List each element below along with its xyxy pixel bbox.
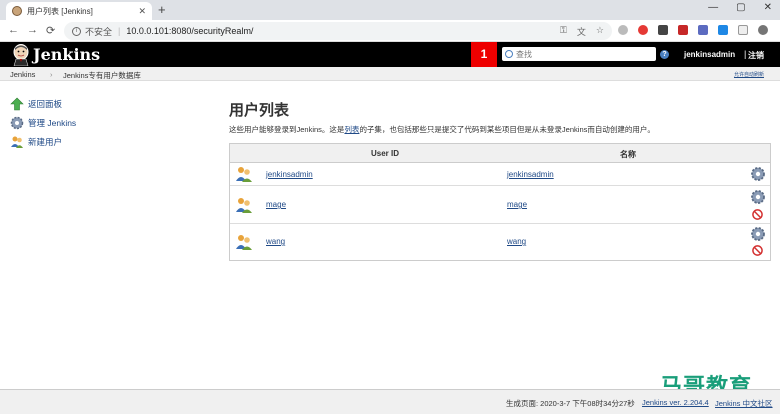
- browser-tab[interactable]: 用户列表 [Jenkins] ✕: [6, 2, 152, 20]
- tab-title: 用户列表 [Jenkins]: [27, 6, 93, 16]
- sidebar-item-label[interactable]: 管理 Jenkins: [28, 117, 76, 129]
- description-text-before: 这些用户能够登录到Jenkins。这是: [229, 125, 345, 134]
- user-table: User ID 名称 jenkinsadmin jenkinsadmin mag…: [229, 143, 771, 261]
- jenkins-favicon-icon: [12, 6, 22, 16]
- page-footer: 生成页面: 2020-3-7 下午08时34分27秒 Jenkins ver. …: [0, 389, 780, 414]
- url-text[interactable]: 10.0.0.101:8080/securityRealm/: [126, 26, 253, 36]
- forward-icon[interactable]: →: [27, 24, 38, 36]
- search-input[interactable]: [516, 49, 646, 59]
- browser-tab-strip: 用户列表 [Jenkins] ✕ + — ▢ ✕: [0, 0, 780, 20]
- user-icon: [236, 167, 252, 182]
- omnibox-separator: |: [118, 26, 121, 36]
- sidebar-item-back-to-dashboard[interactable]: 返回面板: [10, 94, 76, 113]
- page-generated-timestamp: 生成页面: 2020-3-7 下午08时34分27秒: [506, 399, 635, 408]
- breadcrumb: Jenkins › Jenkins专有用户数据库 允许自动刷新: [0, 67, 780, 81]
- address-bar: ← → ⟳ i 不安全 | 10.0.0.101:8080/securityRe…: [0, 20, 780, 42]
- configure-gear-icon[interactable]: [750, 226, 766, 242]
- jenkins-version-link[interactable]: Jenkins ver. 2.204.4: [642, 398, 709, 407]
- extension-toolbar: ⋮: [618, 25, 780, 35]
- table-row: jenkinsadmin jenkinsadmin: [230, 163, 770, 186]
- extension-translate-icon[interactable]: [718, 25, 728, 35]
- back-icon[interactable]: ←: [8, 24, 19, 36]
- sidebar-item-new-user[interactable]: 新建用户: [10, 132, 76, 151]
- table-header: User ID 名称: [230, 144, 770, 163]
- omnibox-tools: ⚿ 文 ☆: [560, 25, 604, 38]
- key-icon[interactable]: ⚿: [560, 25, 567, 38]
- help-icon[interactable]: ?: [660, 50, 669, 59]
- extension-menu-icon[interactable]: [738, 25, 748, 35]
- tab-close-icon[interactable]: ✕: [138, 6, 146, 17]
- bookmark-star-icon[interactable]: ☆: [596, 25, 604, 38]
- user-name-link[interactable]: mage: [507, 200, 527, 209]
- extension-red-icon[interactable]: [638, 25, 648, 35]
- reload-icon[interactable]: ⟳: [46, 24, 55, 37]
- extension-pdf-icon[interactable]: [678, 25, 688, 35]
- info-icon[interactable]: i: [72, 26, 81, 36]
- table-row: mage mage: [230, 186, 770, 224]
- new-tab-button[interactable]: +: [158, 2, 166, 18]
- extension-cloud-icon[interactable]: [618, 25, 628, 35]
- current-user-link[interactable]: jenkinsadmin: [684, 50, 735, 59]
- auto-refresh-link[interactable]: 允许自动刷新: [734, 71, 764, 78]
- breadcrumb-separator[interactable]: ›: [50, 70, 53, 79]
- delete-user-icon[interactable]: [752, 209, 763, 220]
- user-name-link[interactable]: jenkinsadmin: [507, 170, 554, 179]
- configure-gear-icon[interactable]: [750, 189, 766, 205]
- gear-icon: [10, 116, 24, 129]
- user-name-link[interactable]: wang: [507, 237, 526, 246]
- delete-user-icon[interactable]: [752, 245, 763, 256]
- page-description: 这些用户能够登录到Jenkins。这是列表的子集，也包括那些只是提交了代码到某些…: [229, 124, 655, 135]
- up-arrow-icon: [10, 97, 24, 110]
- translate-icon[interactable]: 文: [577, 25, 586, 38]
- notification-badge[interactable]: 1: [471, 42, 497, 67]
- side-panel: 返回面板 管理 Jenkins 新建用户: [10, 94, 76, 151]
- user-icon: [236, 235, 252, 250]
- user-id-link[interactable]: wang: [266, 237, 285, 246]
- breadcrumb-jenkins[interactable]: Jenkins: [10, 70, 35, 79]
- window-controls: — ▢ ✕: [708, 2, 772, 13]
- minimize-icon[interactable]: —: [708, 2, 718, 13]
- jenkins-logo-text[interactable]: Jenkins: [33, 45, 100, 64]
- jenkins-header: Jenkins 1 ? jenkinsadmin | 注销: [0, 42, 780, 67]
- sidebar-item-label[interactable]: 返回面板: [28, 98, 62, 110]
- page-title: 用户列表: [229, 102, 290, 119]
- logout-link[interactable]: 注销: [748, 50, 764, 61]
- logout-separator: |: [744, 49, 747, 59]
- description-text-after: 的子集，也包括那些只是提交了代码到某些项目但是从未登录Jenkins而自动创建的…: [359, 125, 655, 134]
- column-header-user-id[interactable]: User ID: [371, 149, 399, 158]
- people-list-link[interactable]: 列表: [344, 125, 359, 134]
- user-id-link[interactable]: jenkinsadmin: [266, 170, 313, 179]
- maximize-icon[interactable]: ▢: [736, 2, 745, 13]
- omnibox[interactable]: i 不安全 | 10.0.0.101:8080/securityRealm/ ⚿…: [64, 22, 612, 40]
- insecure-label: 不安全: [85, 26, 113, 37]
- search-icon: [505, 50, 513, 58]
- close-window-icon[interactable]: ✕: [764, 2, 772, 13]
- extension-blue-icon[interactable]: [698, 25, 708, 35]
- jenkins-community-link[interactable]: Jenkins 中文社区: [715, 398, 773, 409]
- configure-gear-icon[interactable]: [750, 166, 766, 182]
- sidebar-item-label[interactable]: 新建用户: [28, 136, 62, 148]
- extension-dark-icon[interactable]: [658, 25, 668, 35]
- sidebar-item-manage-jenkins[interactable]: 管理 Jenkins: [10, 113, 76, 132]
- user-id-link[interactable]: mage: [266, 200, 286, 209]
- new-user-icon: [11, 136, 23, 148]
- user-icon: [236, 198, 252, 213]
- search-box[interactable]: [502, 47, 656, 61]
- profile-avatar-icon[interactable]: [758, 25, 768, 35]
- jenkins-butler-icon[interactable]: [12, 44, 30, 66]
- breadcrumb-user-db[interactable]: Jenkins专有用户数据库: [63, 70, 141, 81]
- column-header-name[interactable]: 名称: [620, 149, 636, 160]
- table-row: wang wang: [230, 224, 770, 260]
